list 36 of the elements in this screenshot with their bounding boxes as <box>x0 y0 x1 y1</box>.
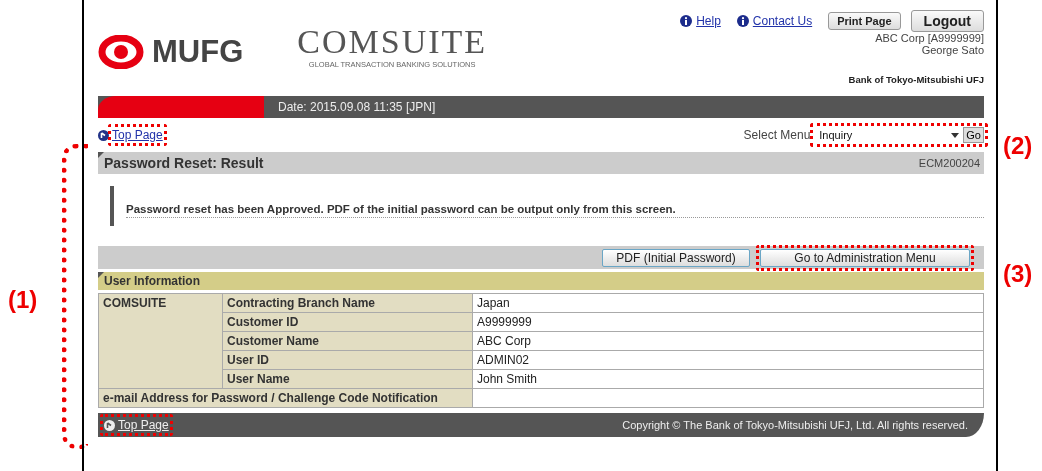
screen-code: ECM200204 <box>918 157 980 169</box>
top-page-link[interactable]: Top Page <box>112 128 163 142</box>
top-page-icon <box>104 419 115 431</box>
annotation-label: (3) <box>1003 260 1033 288</box>
action-button[interactable]: PDF (Initial Password) <box>602 248 750 267</box>
caret-icon <box>951 132 960 138</box>
select-menu-label: Select Menu <box>743 128 811 142</box>
section-title: User Information <box>104 274 200 288</box>
annotation-label: (2) <box>1003 132 1033 160</box>
logo-icon <box>98 35 144 69</box>
header-link[interactable]: Contact Us <box>752 14 813 28</box>
annotation-label: (1) <box>8 286 38 314</box>
logo-text: MUFG <box>152 34 244 70</box>
corner-icon <box>98 272 104 278</box>
header-link[interactable]: Help <box>696 14 721 28</box>
message-text: Password reset has been Approved. PDF of the initial password can be output only from this screen. <box>126 194 984 218</box>
account-name: ABC Corp [A9999999] <box>875 32 984 44</box>
copyright-text: Copyright © The Bank of Tokyo-Mitsubishi UFJ, Ltd. All rights reserved. <box>622 419 968 431</box>
field-label: Contracting Branch Name <box>222 293 473 313</box>
field-value: Japan <box>472 293 984 313</box>
logout-button[interactable]: Logout <box>910 10 984 32</box>
info-icon <box>680 15 693 27</box>
corner-icon <box>98 152 104 158</box>
menu-dropdown[interactable]: Inquiry <box>817 129 962 141</box>
page-title: Password Reset: Result <box>104 155 264 171</box>
action-button[interactable]: Go to Administration Menu <box>760 248 970 267</box>
info-icon <box>736 15 749 27</box>
date-text: Date: 2015.09.08 11:35 [JPN] <box>278 100 436 114</box>
top-page-icon <box>98 129 109 141</box>
print-button[interactable]: Print Page <box>828 12 901 30</box>
group-cell: COMSUITE <box>98 293 223 389</box>
bank-name: Bank of Tokyo-Mitsubishi UFJ <box>848 74 984 85</box>
user-name: George Sato <box>921 44 984 56</box>
go-button[interactable]: Go <box>963 127 984 143</box>
product-name: COMSUITE <box>297 24 488 60</box>
top-page-link[interactable]: Top Page <box>118 418 169 432</box>
